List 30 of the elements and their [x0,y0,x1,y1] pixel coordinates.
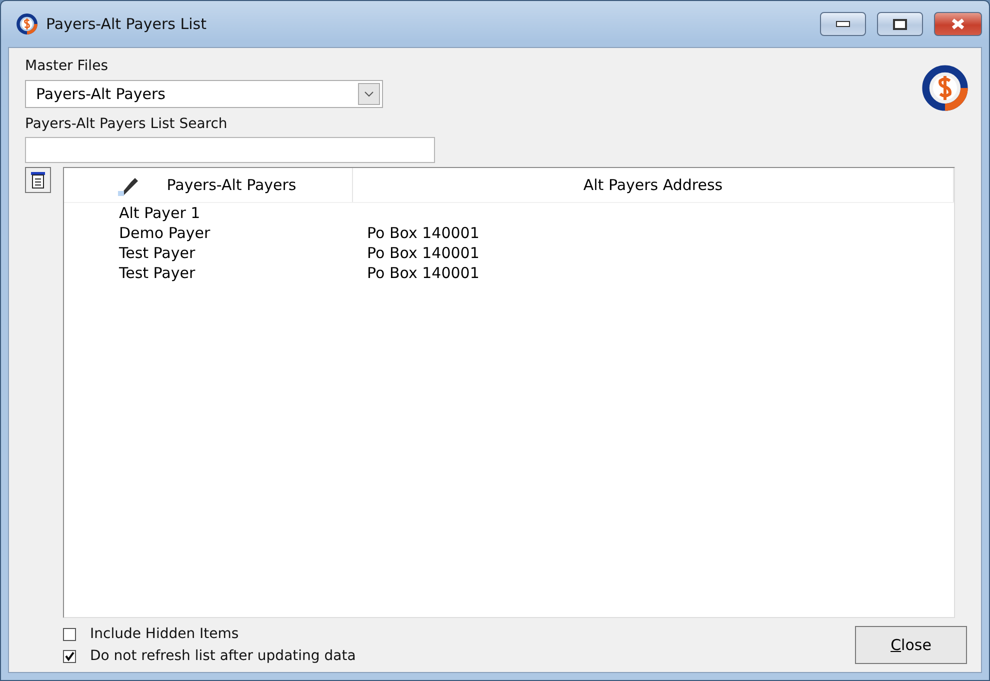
document-icon [29,171,47,189]
close-button[interactable] [934,12,982,36]
master-files-label: Master Files [25,58,109,74]
close-dialog-button[interactable]: Close [855,626,967,664]
close-icon [950,18,966,30]
table-cell-text: Po Box 140001 [366,243,480,263]
dollar-logo-icon [16,13,38,35]
checkbox-label: Include Hidden Items [90,626,239,642]
checkbox-label: Do not refresh list after updating data [90,648,356,664]
search-field[interactable] [25,137,435,163]
table-cell-text: Po Box 140001 [366,263,480,283]
search-label: Payers-Alt Payers List Search [25,116,228,132]
table-cell-text: Alt Payer 1 [118,203,202,223]
maximize-button[interactable] [877,12,923,36]
master-files-dropdown[interactable]: Payers-Alt Payers [25,80,383,108]
checkbox[interactable] [63,650,76,662]
checkbox[interactable] [63,628,76,640]
table-cell-text: Test Payer [118,263,196,283]
column-header[interactable]: Payers-Alt Payers [166,176,296,194]
column-header[interactable]: Alt Payers Address [583,176,723,194]
minimize-button[interactable] [820,12,866,36]
dollar-logo-icon [921,64,969,112]
minimize-icon [836,21,850,27]
list-options-button[interactable] [25,167,51,193]
chevron-down-icon [364,91,374,97]
table-cell-text: Test Payer [118,243,196,263]
window-title: Payers-Alt Payers List [46,15,208,33]
table-cell-text: Po Box 140001 [366,223,480,243]
maximize-icon [893,18,907,30]
table-cell-text: Demo Payer [118,223,212,243]
